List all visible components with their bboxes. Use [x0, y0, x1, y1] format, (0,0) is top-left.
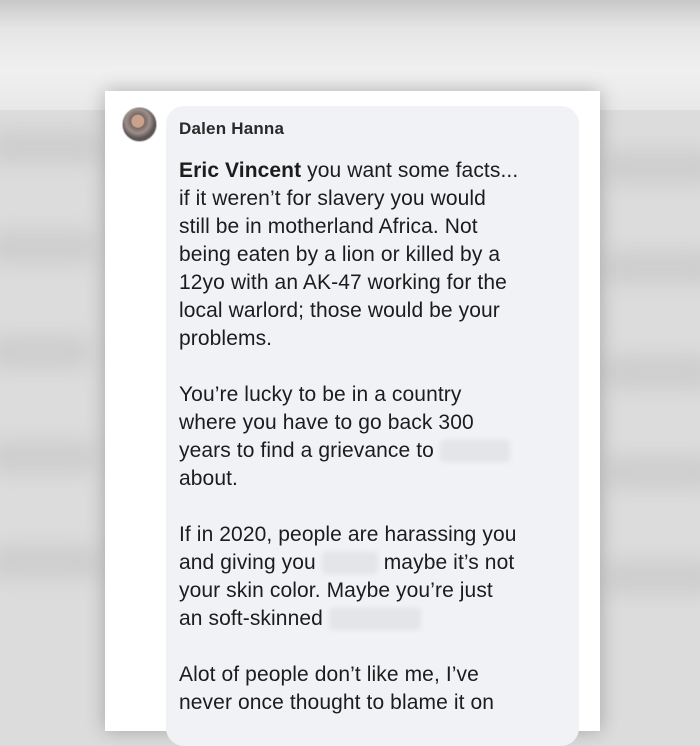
comment-line: never once thought to blame it on [179, 691, 495, 714]
background-blur-band [605, 355, 700, 389]
comment-line: years to find a grievance to [179, 437, 574, 465]
mention-link[interactable]: Eric Vincent [179, 159, 301, 182]
background-blur-band [0, 440, 95, 474]
background-blur-band [605, 150, 700, 184]
comment-text: you want some facts... [301, 159, 519, 182]
background-blur-band [605, 455, 700, 489]
comment-screenshot-card: Dalen Hanna Eric Vincent you want some f… [105, 91, 600, 746]
comment-line: and giving you maybe it’s not [179, 549, 574, 577]
comment-line: your skin color. Maybe you’re just [179, 579, 493, 602]
comment-line: Alot of people don’t like me, I’ve [179, 663, 479, 686]
comment-paragraph-1: Eric Vincent you want some facts... if i… [179, 157, 574, 353]
comment-paragraph-4: Alot of people don’t like me, I’ve never… [179, 661, 574, 717]
comment-line: You’re lucky to be in a country [179, 383, 462, 406]
comment-line: if it weren’t for slavery you would [179, 187, 486, 210]
redacted-word [321, 552, 378, 575]
comment-line: Eric Vincent you want some facts... [179, 157, 574, 185]
background-blur-band [0, 230, 95, 264]
comment-paragraph-3: If in 2020, people are harassing you and… [179, 521, 574, 633]
comment-text: maybe it’s not [383, 551, 515, 574]
comment-author-name[interactable]: Dalen Hanna [179, 119, 284, 139]
comment-line: where you have to go back 300 [179, 411, 474, 434]
redacted-word [328, 608, 421, 631]
comment-line: being eaten by a lion or killed by a [179, 243, 501, 266]
comment-line: If in 2020, people are harassing you [179, 523, 517, 546]
comment-line: an soft-skinned [179, 605, 574, 633]
comment-line: still be in motherland Africa. Not [179, 215, 478, 238]
comment-line: problems. [179, 327, 273, 350]
background-blur-band [605, 250, 700, 284]
comment-paragraph-2: You’re lucky to be in a country where yo… [179, 381, 574, 493]
comment-text: an soft-skinned [179, 607, 323, 630]
comment-line: local warlord; those would be your [179, 299, 500, 322]
background-blur-band [0, 335, 90, 369]
background-blur-band [0, 545, 100, 579]
comment-line: 12yo with an AK-47 working for the [179, 271, 507, 294]
comment-bubble: Dalen Hanna Eric Vincent you want some f… [166, 106, 579, 746]
background-blur-band [605, 560, 700, 594]
avatar[interactable] [122, 107, 157, 142]
background-blur-band [0, 130, 100, 164]
redacted-word [439, 440, 510, 463]
comment-text: years to find a grievance to [179, 439, 434, 462]
comment-text: and giving you [179, 551, 316, 574]
comment-line: about. [179, 467, 238, 490]
